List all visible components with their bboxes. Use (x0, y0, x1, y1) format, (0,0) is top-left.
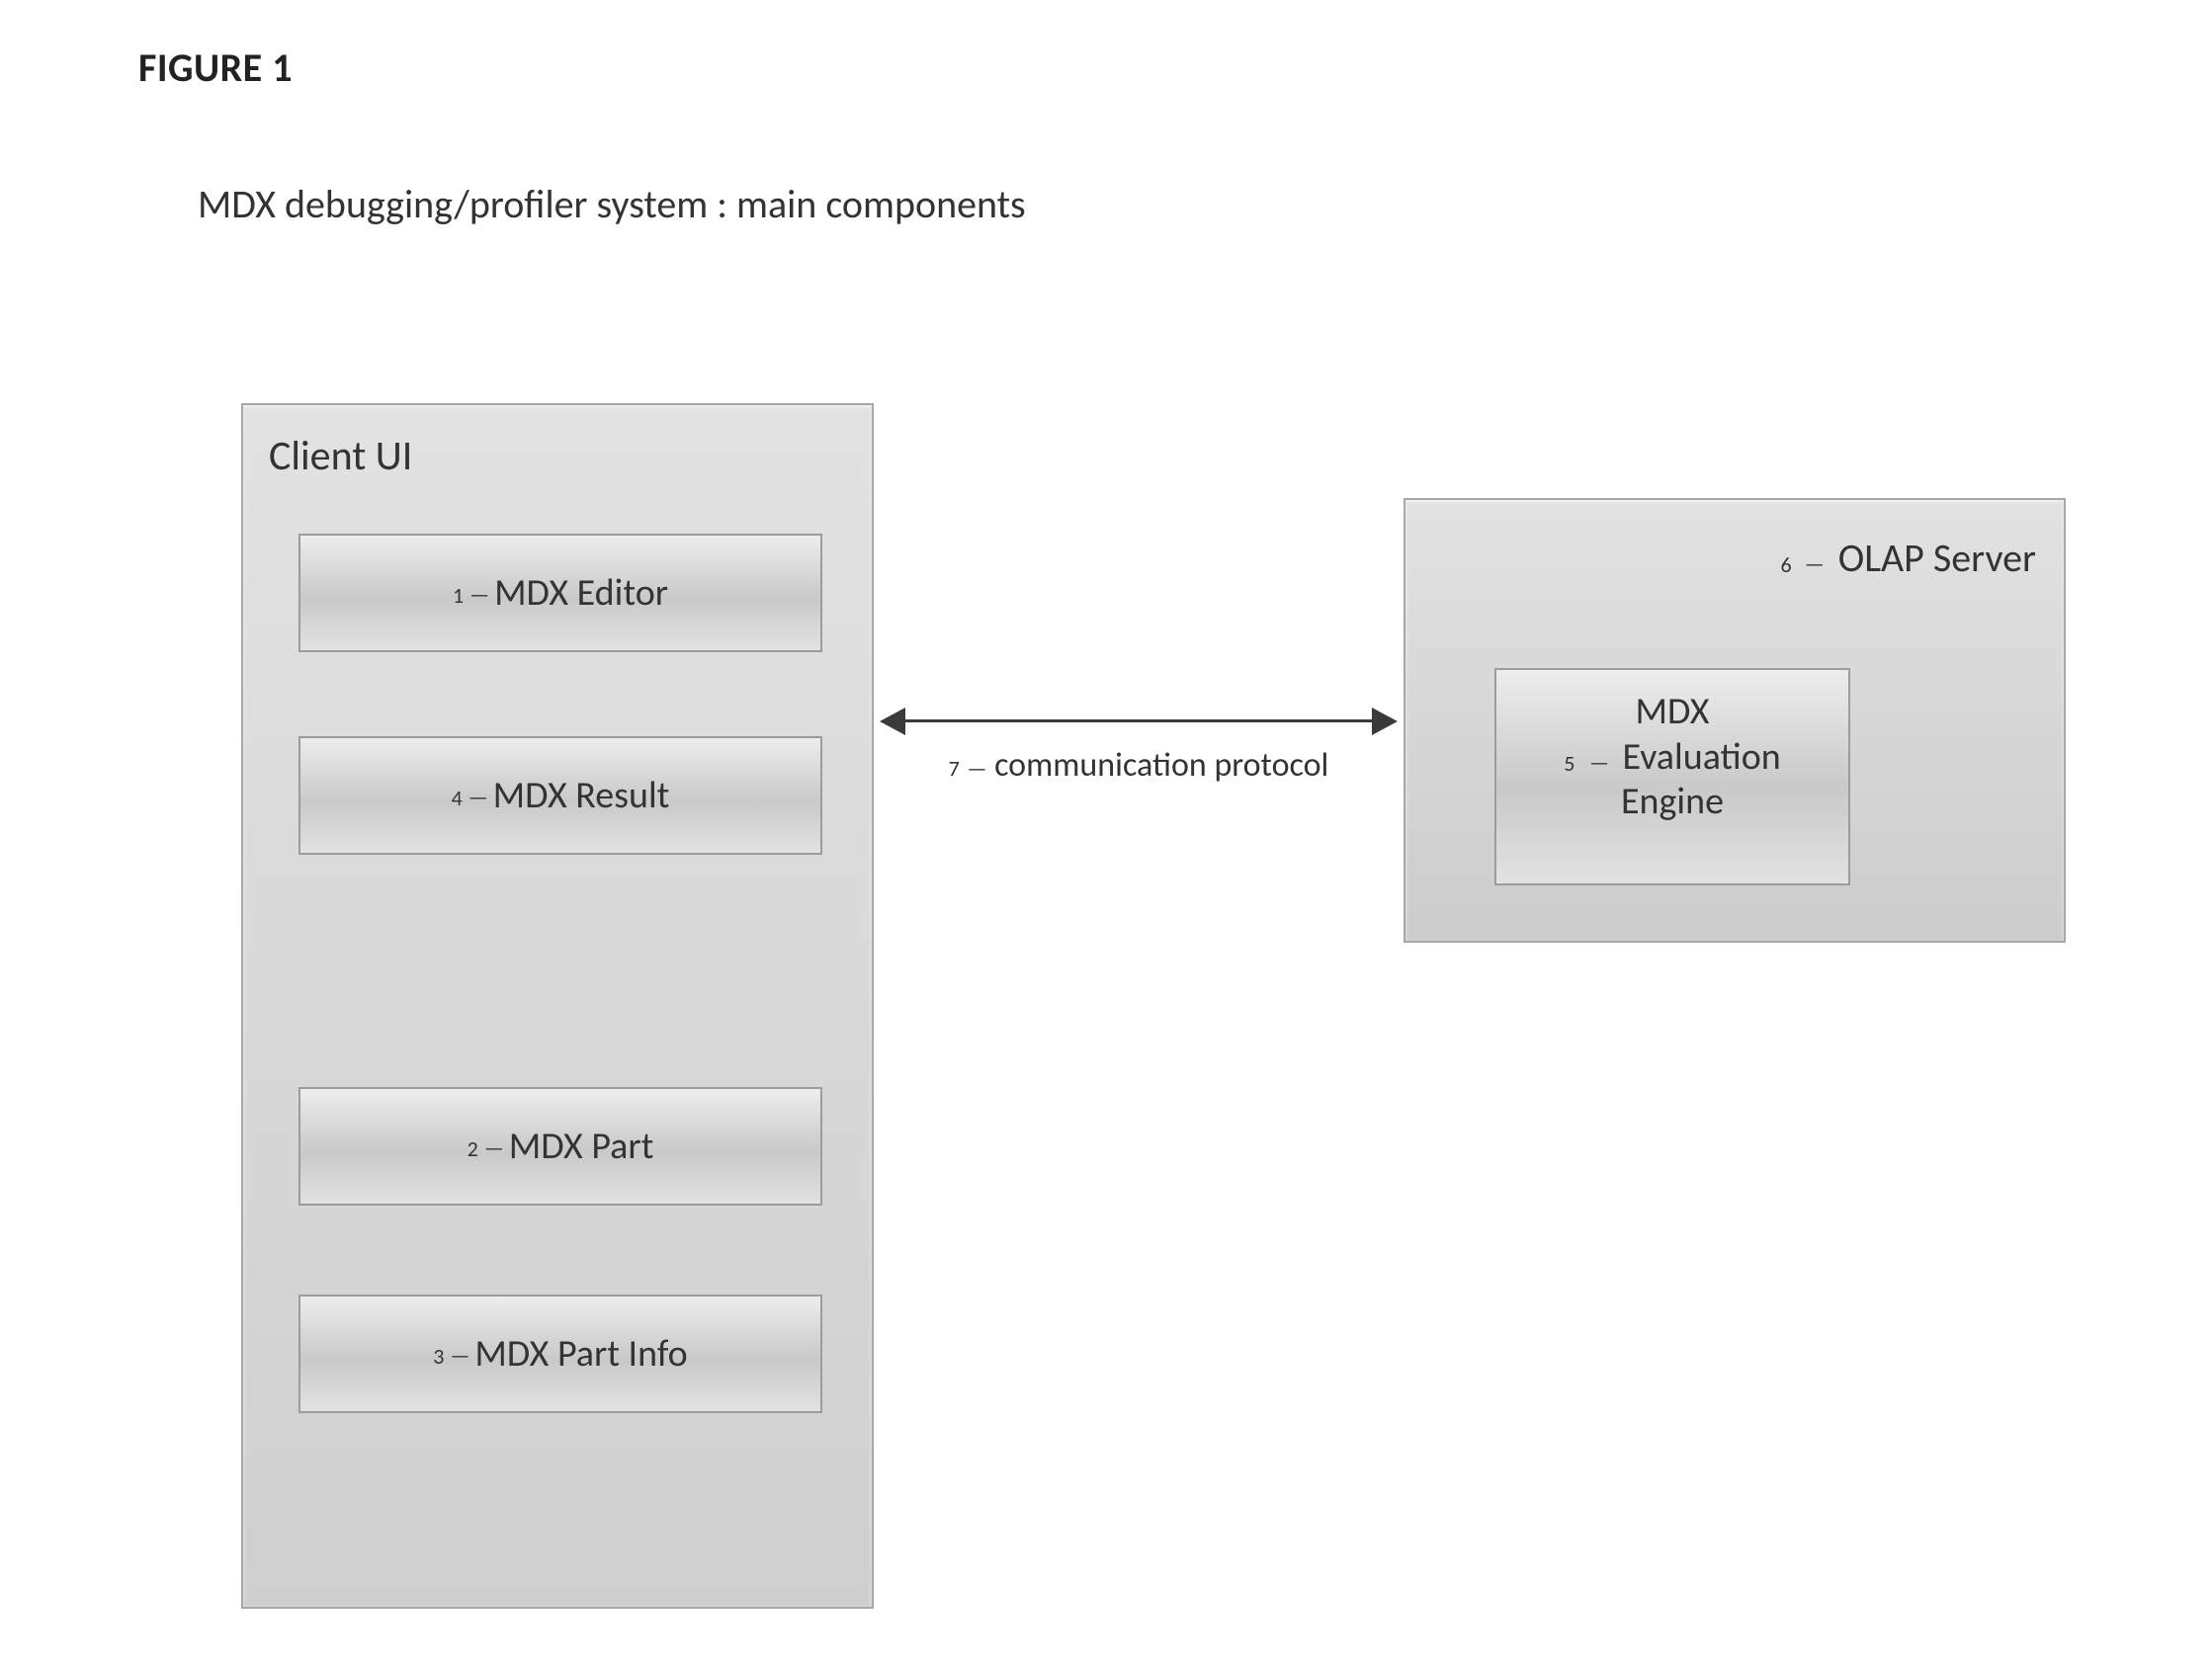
ref-number: 3 (433, 1343, 444, 1370)
engine-line3: Engine (1496, 780, 1848, 825)
olap-server-label: 6 — OLAP Server (1781, 534, 2036, 582)
arrow-head-left-icon (880, 708, 905, 735)
ref-dash: — (450, 1342, 468, 1369)
client-ui-label: Client UI (269, 431, 412, 481)
arrow-line (903, 719, 1374, 722)
figure-page: FIGURE 1 MDX debugging/profiler system :… (0, 0, 2212, 1674)
ref-dash: — (1589, 749, 1608, 776)
client-ui-panel: Client UI 1 — MDX Editor 4 — MDX Result … (241, 403, 874, 1609)
box-mdx-evaluation-engine: MDX 5 — Evaluation Engine (1494, 668, 1850, 885)
engine-line2: 5 — Evaluation (1496, 735, 1848, 781)
connector-label: 7 — communication protocol (874, 745, 1404, 786)
connector-arrow: 7 — communication protocol (874, 686, 1404, 804)
ref-dash: — (468, 784, 487, 810)
connector-text: communication protocol (994, 745, 1328, 786)
figure-title: FIGURE 1 (138, 43, 293, 92)
box-mdx-part-info: 3 — MDX Part Info (298, 1295, 822, 1413)
figure-subtitle: MDX debugging/profiler system : main com… (198, 180, 1026, 228)
olap-label-text: OLAP Server (1838, 534, 2036, 582)
box-label: MDX Result (493, 773, 670, 818)
ref-dash: — (1805, 550, 1824, 577)
engine-line1: MDX (1496, 690, 1848, 735)
box-label: MDX Part Info (474, 1331, 687, 1377)
olap-server-panel: 6 — OLAP Server MDX 5 — Evaluation Engin… (1404, 498, 2066, 943)
engine-word: Evaluation (1623, 734, 1781, 780)
ref-number: 4 (452, 785, 463, 811)
box-mdx-result: 4 — MDX Result (298, 736, 822, 855)
box-mdx-editor: 1 — MDX Editor (298, 534, 822, 652)
box-label: MDX Part (509, 1124, 654, 1169)
ref-number: 5 (1564, 750, 1574, 777)
ref-number: 6 (1781, 551, 1792, 578)
ref-number: 7 (949, 755, 960, 782)
ref-number: 1 (453, 582, 464, 609)
arrow-head-right-icon (1372, 708, 1398, 735)
ref-dash: — (469, 581, 488, 608)
box-mdx-part: 2 — MDX Part (298, 1087, 822, 1206)
ref-dash: — (967, 755, 986, 782)
ref-number: 2 (468, 1135, 478, 1162)
box-label: MDX Editor (494, 570, 668, 616)
ref-dash: — (484, 1134, 503, 1161)
